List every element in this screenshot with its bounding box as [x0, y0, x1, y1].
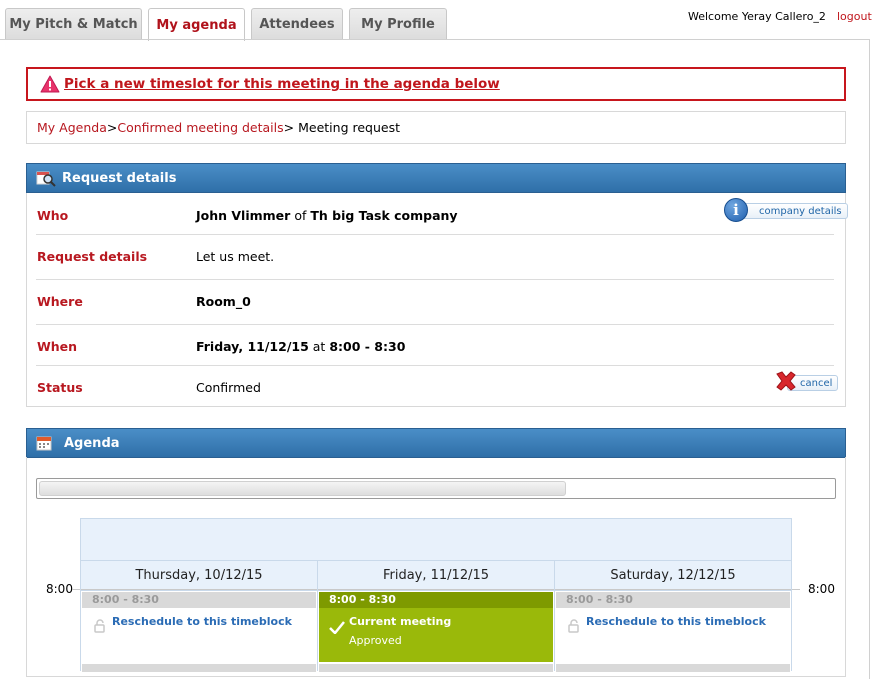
welcome-text: Welcome Yeray Callero_2 — [688, 10, 826, 23]
timeslot-saturday[interactable]: 8:00 - 8:30 Reschedule to this timeblock — [556, 592, 790, 662]
tab-my-profile[interactable]: My Profile — [349, 8, 447, 40]
request-details-title: Request details — [62, 170, 177, 186]
where-label: Where — [37, 294, 83, 309]
company-details-button[interactable]: company details — [736, 203, 848, 219]
column-divider — [80, 561, 81, 671]
who-value: John Vlimmer of Th big Task company — [196, 208, 458, 223]
calendar-icon — [36, 436, 52, 451]
column-divider — [554, 561, 555, 671]
slot-time: 8:00 - 8:30 — [82, 592, 316, 608]
when-date: Friday, 11/12/15 — [196, 339, 309, 354]
timeslot-friday-current[interactable]: 8:00 - 8:30 Current meeting Approved — [319, 592, 553, 662]
who-person: John Vlimmer — [196, 208, 291, 223]
column-divider — [317, 561, 318, 671]
day-header-friday: Friday, 11/12/15 — [317, 561, 555, 591]
when-at: at — [312, 339, 326, 354]
breadcrumb-separator: > — [106, 120, 118, 135]
cancel-x-icon[interactable] — [774, 370, 798, 392]
time-label-right: 8:00 — [808, 582, 835, 596]
status-label: Status — [37, 380, 83, 395]
who-label: Who — [37, 208, 69, 223]
day-header-thursday: Thursday, 10/12/15 — [80, 561, 318, 591]
agenda-horizontal-scrollbar[interactable] — [36, 478, 836, 499]
alert-banner: Pick a new timeslot for this meeting in … — [26, 67, 846, 101]
info-icon[interactable]: i — [724, 198, 748, 222]
main-tabs: My Pitch & Match My agenda Attendees My … — [5, 8, 453, 41]
tab-my-agenda[interactable]: My agenda — [148, 8, 245, 41]
logout-link[interactable]: logout — [837, 10, 872, 23]
breadcrumb-current: Meeting request — [298, 120, 400, 135]
search-calendar-icon — [36, 171, 56, 187]
breadcrumb-confirmed-meeting[interactable]: Confirmed meeting details — [117, 120, 283, 135]
time-gridline — [72, 589, 800, 590]
request-details-label: Request details — [37, 249, 148, 264]
when-label: When — [37, 339, 78, 354]
breadcrumb-separator: > — [283, 120, 295, 135]
request-details-body — [26, 193, 846, 407]
breadcrumb: My Agenda > Confirmed meeting details > … — [26, 111, 846, 144]
column-divider — [791, 561, 792, 671]
agenda-header: Agenda — [26, 428, 846, 458]
request-details-value: Let us meet. — [196, 249, 275, 264]
row-divider — [36, 365, 834, 366]
check-icon — [329, 621, 345, 634]
current-meeting-title: Current meeting — [349, 615, 452, 628]
unlock-icon — [94, 619, 105, 633]
row-divider — [36, 324, 834, 325]
reschedule-link[interactable]: Reschedule to this timeblock — [586, 615, 766, 628]
alert-link[interactable]: Pick a new timeslot for this meeting in … — [64, 76, 500, 92]
where-value: Room_0 — [196, 294, 251, 309]
when-value: Friday, 11/12/15 at 8:00 - 8:30 — [196, 339, 405, 354]
timeslot-thursday[interactable]: 8:00 - 8:30 Reschedule to this timeblock — [82, 592, 316, 662]
agenda-title: Agenda — [64, 435, 120, 451]
when-time: 8:00 - 8:30 — [329, 339, 406, 354]
scrollbar-thumb[interactable] — [39, 481, 566, 496]
who-of: of — [294, 208, 307, 223]
request-details-header: Request details — [26, 163, 846, 193]
slot-time: 8:00 - 8:30 — [556, 592, 790, 608]
day-header-saturday: Saturday, 12/12/15 — [554, 561, 792, 591]
reschedule-link[interactable]: Reschedule to this timeblock — [112, 615, 292, 628]
tab-my-pitch-match[interactable]: My Pitch & Match — [5, 8, 142, 40]
current-meeting-status: Approved — [349, 634, 402, 647]
warning-icon — [40, 75, 60, 93]
unlock-icon — [568, 619, 579, 633]
row-divider — [36, 279, 834, 280]
status-value: Confirmed — [196, 380, 261, 395]
time-label-left: 8:00 — [46, 582, 73, 596]
slot-time: 8:00 - 8:30 — [319, 592, 553, 608]
tab-attendees[interactable]: Attendees — [251, 8, 343, 40]
row-divider — [36, 234, 834, 235]
breadcrumb-my-agenda[interactable]: My Agenda — [37, 120, 107, 135]
who-company: Th big Task company — [310, 208, 458, 223]
calendar-top-band — [80, 518, 792, 561]
